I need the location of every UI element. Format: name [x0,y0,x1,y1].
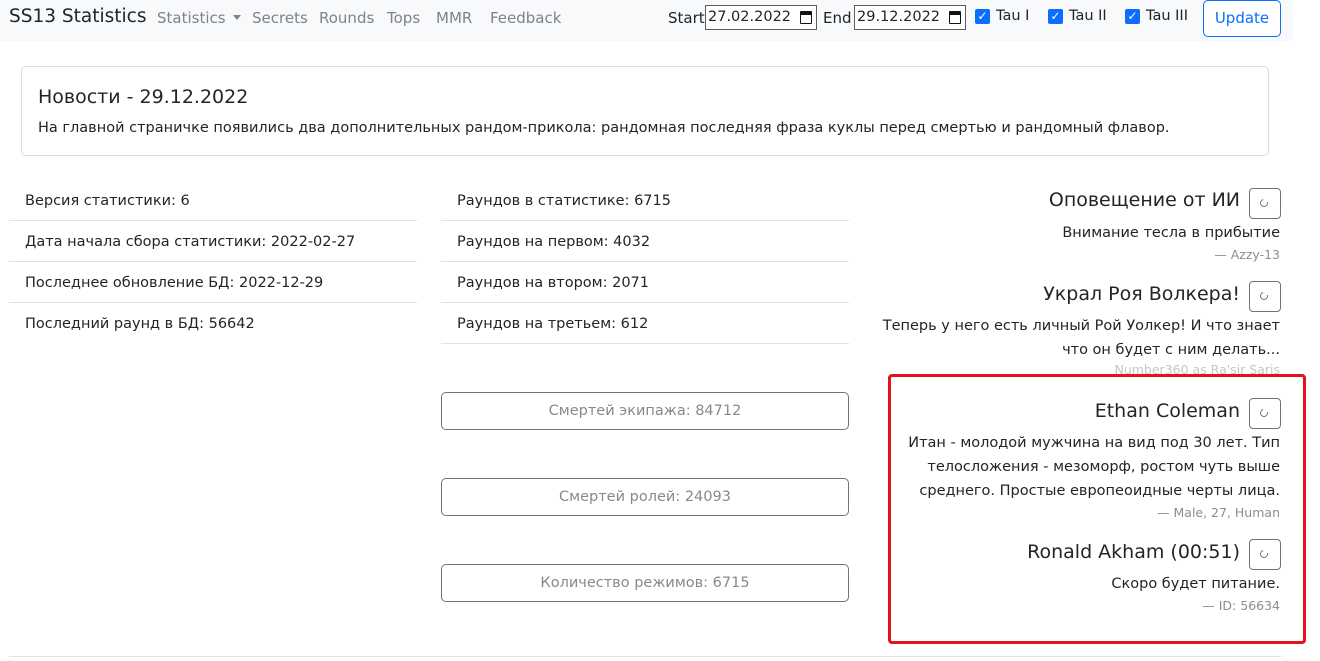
refresh-icon [1258,290,1270,302]
info-rounds-third: Раундов на третьем: 612 [441,303,849,344]
ai-alert-text: Внимание тесла в прибытие [1062,225,1280,241]
role-deaths-button[interactable]: Смертей ролей: 24093 [441,478,849,516]
tau-3-label: Tau III [1146,8,1188,24]
calendar-icon[interactable] [949,11,961,24]
update-button[interactable]: Update [1203,0,1281,37]
chevron-down-icon [232,15,241,20]
start-date-value: 27.02.2022 [708,9,792,25]
end-date-value: 29.12.2022 [857,9,941,25]
info-start-date: Дата начала сбора статистики: 2022-02-27 [9,221,417,262]
refresh-stole-button[interactable] [1249,281,1281,312]
info-last-update: Последнее обновление БД: 2022-12-29 [9,262,417,303]
nav-statistics-label: Statistics [157,9,226,27]
check-icon[interactable]: ✓ [1125,9,1140,24]
start-date-input[interactable]: 27.02.2022 [705,5,817,30]
brand[interactable]: SS13 Statistics [9,6,146,27]
tau-1-label: Tau I [996,8,1030,24]
nav-statistics-dropdown[interactable]: Statistics [157,9,241,27]
highlight-box [888,374,1306,644]
ai-alert-title: Оповещение от ИИ [1048,189,1240,211]
end-label: End [823,9,852,27]
info-rounds-total: Раундов в статистике: 6715 [441,180,849,221]
check-icon[interactable]: ✓ [975,9,990,24]
nav-feedback[interactable]: Feedback [490,9,561,27]
nav-rounds[interactable]: Rounds [319,9,374,27]
ai-alert-author: — Azzy-13 [1214,247,1280,262]
nav-secrets[interactable]: Secrets [252,9,308,27]
divider [9,656,1281,657]
navbar: SS13 Statistics Statistics Secrets Round… [0,0,1293,41]
crew-deaths-button[interactable]: Смертей экипажа: 84712 [441,392,849,430]
info-last-round: Последний раунд в БД: 56642 [25,316,255,332]
modes-count-button[interactable]: Количество режимов: 6715 [441,564,849,602]
check-icon[interactable]: ✓ [1048,9,1063,24]
end-date-input[interactable]: 29.12.2022 [854,5,966,30]
nav-mmr[interactable]: MMR [436,9,472,27]
info-rounds-first: Раундов на первом: 4032 [441,221,849,262]
start-label: Start [668,9,705,27]
news-title: Новости - 29.12.2022 [38,86,249,108]
news-body: На главной страничке появились два допол… [38,120,1170,136]
nav-tops[interactable]: Tops [387,9,420,27]
stole-title: Украл Роя Волкера! [1043,283,1240,305]
info-stats-version: Версия статистики: 6 [9,180,417,221]
news-card: Новости - 29.12.2022 На главной страничк… [21,66,1269,156]
info-rounds-second: Раундов на втором: 2071 [441,262,849,303]
refresh-ai-button[interactable] [1249,188,1281,219]
calendar-icon[interactable] [800,11,812,24]
refresh-icon [1258,197,1270,209]
tau-2-label: Tau II [1069,8,1107,24]
stole-text-1: Теперь у него есть личный Рой Уолкер! И … [882,318,1280,334]
stole-text-2: что он будет с ним делать... [1062,342,1280,358]
